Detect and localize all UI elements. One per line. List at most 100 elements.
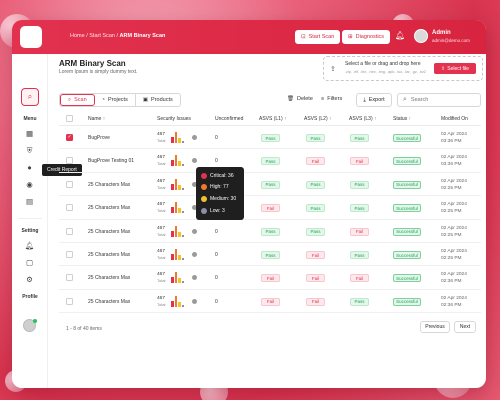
tab-projects[interactable]: ◔ Projects	[95, 94, 136, 106]
next-button[interactable]: Next	[454, 321, 476, 333]
info-icon[interactable]	[192, 135, 197, 140]
header-name[interactable]: Name ↑	[88, 116, 105, 122]
header-modified: Modified On	[441, 116, 468, 122]
info-icon[interactable]	[192, 228, 197, 234]
profile-section-label: Profile	[22, 294, 38, 300]
row-name[interactable]: 25 Characters Max	[88, 275, 130, 281]
popup-low: Low: 3	[201, 208, 225, 214]
info-icon[interactable]	[192, 275, 197, 281]
upload-icon: ⇪	[330, 66, 336, 73]
breadcrumb: Home / Start Scan / ARM Binary Scan	[70, 33, 165, 39]
issues-count: 467	[157, 249, 166, 254]
row-checkbox[interactable]	[66, 134, 73, 141]
message-icon[interactable]: ▢	[24, 257, 35, 268]
header-status[interactable]: Status ↑	[393, 116, 411, 122]
calendar-icon[interactable]: ▦	[24, 128, 35, 139]
tab-projects-label: Projects	[107, 97, 128, 103]
project-icon: ◔	[101, 97, 105, 103]
select-all-checkbox[interactable]	[66, 115, 73, 122]
low-bar	[181, 304, 184, 307]
header-asvs3[interactable]: ASVS (L3) ↑	[349, 116, 377, 122]
select-file-button[interactable]: ⇧ Select file	[434, 63, 476, 74]
asvs-badge: Fail	[261, 204, 280, 213]
medium-bar	[178, 255, 181, 260]
sort-icon: ↑	[329, 116, 332, 122]
row-checkbox[interactable]	[66, 180, 73, 188]
gear-icon[interactable]: ⚙	[24, 274, 35, 285]
eye-icon[interactable]: ◉	[24, 179, 35, 190]
table-row[interactable]: 25 Characters Max 467 Total 0 Pass Pass …	[59, 220, 481, 243]
modified-date: 02 Apr 2024	[441, 295, 467, 301]
table-row[interactable]: 25 Characters Max 467 Total 0 Fail Fail …	[59, 290, 481, 314]
diagnostics-button[interactable]: ⊞ Diagnostics	[342, 30, 391, 44]
filters-button[interactable]: ≡ Filters	[321, 96, 342, 102]
tab-products[interactable]: ▣ Products	[136, 94, 180, 106]
popup-medium-label: Medium: 30	[210, 196, 237, 202]
issues-count: 467	[157, 155, 166, 161]
info-icon[interactable]	[192, 298, 197, 304]
status-badge: Successful	[393, 157, 421, 166]
medium-dot-icon	[201, 196, 207, 202]
asvs-badge: Pass	[350, 204, 369, 213]
bug-icon[interactable]: ●	[24, 162, 35, 173]
tab-scan[interactable]: ⌕ Scan	[60, 94, 95, 106]
start-scan-button[interactable]: ⊡ Start Scan	[295, 30, 341, 44]
issues-count: 467	[157, 178, 166, 184]
asvs-badge: Fail	[306, 274, 325, 283]
info-icon[interactable]	[192, 158, 197, 164]
row-checkbox[interactable]	[66, 204, 73, 212]
critical-bar	[171, 137, 174, 143]
modified-time: 02:25 PM	[441, 256, 462, 261]
header-asvs1[interactable]: ASVS (L1) ↑	[259, 116, 287, 122]
critical-bar	[171, 183, 174, 190]
status-badge: Successful	[393, 227, 421, 236]
low-bar	[181, 281, 184, 284]
shield-icon[interactable]: ⛨	[24, 145, 35, 156]
asvs-badge: Fail	[261, 297, 280, 306]
row-checkbox[interactable]	[66, 274, 73, 282]
search-input[interactable]	[410, 97, 473, 103]
row-name[interactable]: BugProve Testing 01	[88, 158, 134, 164]
box-icon: ▣	[142, 97, 149, 103]
table-row[interactable]: 25 Characters Max 467 Total 0 Fail Pass …	[59, 196, 481, 220]
search-icon[interactable]: ⌕	[21, 88, 39, 106]
upload-icon: ⇧	[441, 65, 446, 72]
issues-total-label: Total	[157, 255, 166, 260]
high-bar	[174, 202, 177, 214]
table-row[interactable]: BugProve Testing 01 467 Total 0 Pass Fai…	[59, 149, 481, 173]
user-avatar[interactable]	[414, 29, 428, 43]
high-bar	[174, 132, 177, 143]
table-row[interactable]: BugProve 467 Total 0 Pass Pass Pass Succ…	[59, 126, 481, 150]
header-asvs2[interactable]: ASVS (L2) ↑	[304, 116, 332, 122]
status-badge: Successful	[393, 297, 421, 306]
unconfirmed-count: 0	[215, 228, 218, 235]
popup-high: High: 77	[201, 184, 229, 190]
row-name[interactable]: 25 Characters Max	[88, 299, 130, 305]
row-checkbox[interactable]	[66, 157, 73, 165]
delete-button[interactable]: 🗑︎ Delete	[287, 96, 313, 102]
asvs-badge: Fail	[306, 157, 325, 166]
row-checkbox[interactable]	[66, 227, 73, 235]
search-icon: ⌕	[68, 96, 72, 103]
row-name[interactable]: 25 Characters Max	[88, 205, 130, 211]
table-row[interactable]: 25 Characters Max 467 Total 0 Pass Fail …	[59, 243, 481, 267]
row-name[interactable]: 25 Characters Max	[88, 182, 130, 188]
header-asvs3-label: ASVS (L3)	[349, 116, 373, 122]
export-button[interactable]: ⤓ Export	[356, 93, 392, 107]
user-name[interactable]: Admin	[432, 30, 451, 36]
row-name[interactable]: 25 Characters Max	[88, 252, 130, 258]
previous-button[interactable]: Previous	[420, 321, 450, 333]
row-checkbox[interactable]	[66, 297, 73, 305]
app-logo[interactable]	[20, 26, 42, 48]
notification-icon[interactable]: 🔔︎	[24, 240, 35, 251]
table-row[interactable]: 25 Characters Max 467 Total 0 Fail Fail …	[59, 266, 481, 290]
bell-icon[interactable]: 🔔︎	[395, 31, 405, 40]
row-checkbox[interactable]	[66, 251, 73, 258]
info-icon[interactable]	[192, 252, 197, 257]
table-row[interactable]: 25 Characters Max 467 Total 0 Pass Pass …	[59, 173, 481, 197]
row-name[interactable]: 25 Characters Max	[88, 229, 130, 235]
report-icon[interactable]: ▤	[24, 196, 35, 207]
breadcrumb-path[interactable]: Home / Start Scan /	[70, 33, 120, 39]
dropzone-title: Select a file or drag and drop here	[345, 61, 421, 67]
row-name[interactable]: BugProve	[88, 135, 110, 141]
